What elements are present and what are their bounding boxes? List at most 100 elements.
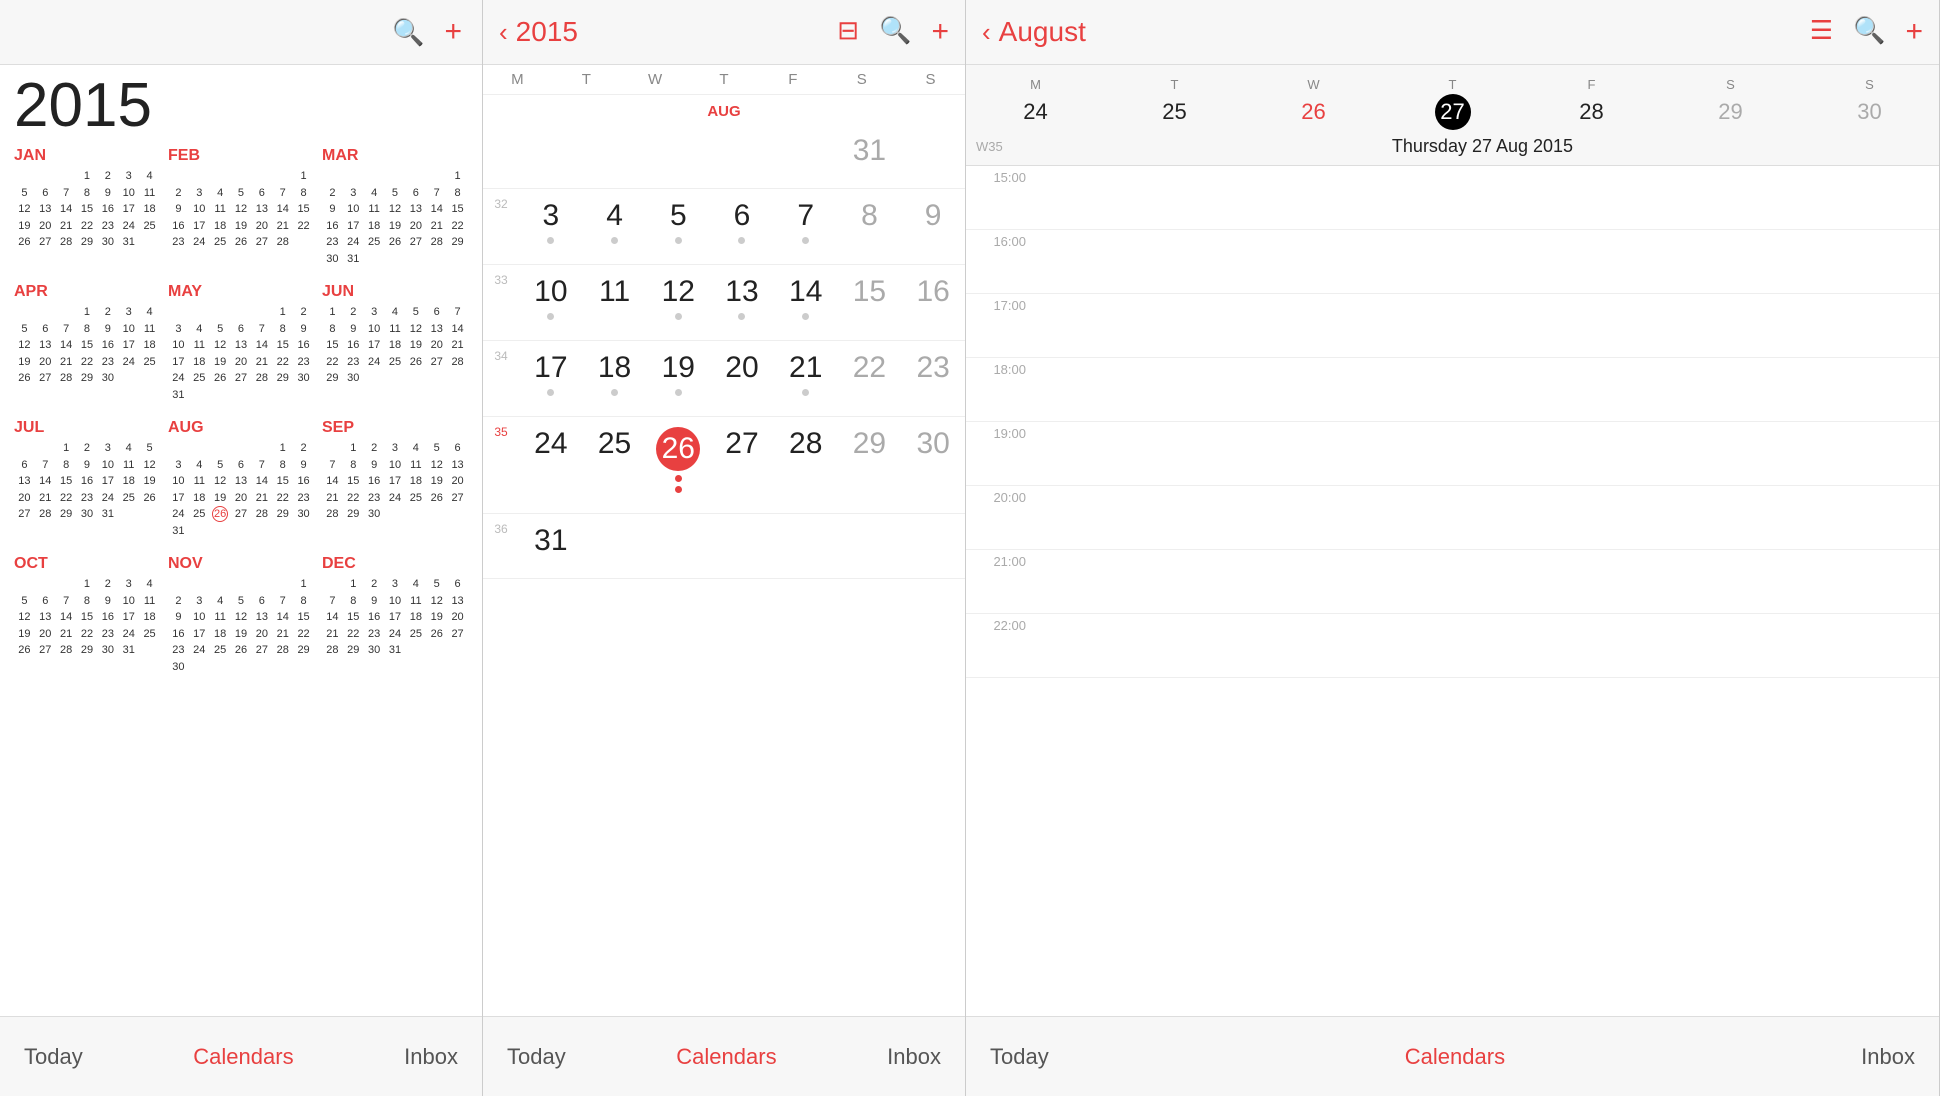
- mini-day[interactable]: 14: [322, 473, 343, 490]
- mini-day[interactable]: 4: [364, 185, 385, 202]
- month-day-cell[interactable]: 27: [710, 417, 774, 513]
- mini-day[interactable]: 10: [118, 593, 139, 610]
- mini-day[interactable]: 7: [322, 457, 343, 474]
- mini-day[interactable]: 19: [231, 218, 252, 235]
- mini-day[interactable]: 12: [231, 201, 252, 218]
- mini-day[interactable]: 10: [97, 457, 118, 474]
- mini-day[interactable]: 29: [447, 234, 468, 251]
- mini-day[interactable]: 1: [343, 576, 364, 593]
- mini-day[interactable]: 14: [56, 337, 77, 354]
- mini-day[interactable]: 31: [168, 387, 189, 404]
- mini-day[interactable]: 24: [385, 626, 406, 643]
- month-day-cell[interactable]: 7: [774, 189, 838, 264]
- mini-day[interactable]: 25: [210, 642, 231, 659]
- mini-day[interactable]: 27: [14, 506, 35, 523]
- mini-day[interactable]: 13: [231, 473, 252, 490]
- month-day[interactable]: [519, 124, 583, 188]
- mini-day[interactable]: 10: [189, 609, 210, 626]
- mini-day[interactable]: 8: [322, 321, 343, 338]
- mini-day[interactable]: 18: [139, 201, 160, 218]
- mini-day[interactable]: 20: [447, 609, 468, 626]
- mini-day[interactable]: 25: [364, 234, 385, 251]
- mini-day[interactable]: 23: [364, 490, 385, 507]
- mini-day[interactable]: 11: [189, 473, 210, 490]
- mini-day[interactable]: 3: [364, 304, 385, 321]
- mini-day[interactable]: 3: [168, 321, 189, 338]
- mini-day[interactable]: 29: [56, 506, 77, 523]
- search-icon[interactable]: 🔍: [879, 15, 911, 49]
- mini-day[interactable]: 20: [426, 337, 447, 354]
- mini-day[interactable]: 20: [405, 218, 426, 235]
- mini-day[interactable]: 3: [385, 440, 406, 457]
- mini-day[interactable]: 24: [364, 354, 385, 371]
- mini-day[interactable]: 24: [168, 370, 189, 387]
- mini-day[interactable]: 12: [426, 593, 447, 610]
- mini-day[interactable]: 2: [168, 593, 189, 610]
- month-day-cell[interactable]: 25: [583, 417, 647, 513]
- mini-day[interactable]: 21: [322, 490, 343, 507]
- list-icon[interactable]: ☰: [1810, 15, 1833, 49]
- mini-day[interactable]: 29: [77, 234, 98, 251]
- mini-day[interactable]: 30: [364, 642, 385, 659]
- mini-day[interactable]: 24: [118, 354, 139, 371]
- mini-day[interactable]: 5: [231, 593, 252, 610]
- day-col-28[interactable]: F28: [1522, 77, 1661, 130]
- mini-day[interactable]: 10: [385, 457, 406, 474]
- mini-day[interactable]: 24: [189, 642, 210, 659]
- mini-day[interactable]: 11: [405, 457, 426, 474]
- mini-day[interactable]: 15: [447, 201, 468, 218]
- mini-day[interactable]: 12: [14, 609, 35, 626]
- mini-day[interactable]: 22: [272, 490, 293, 507]
- mini-day[interactable]: 26: [426, 626, 447, 643]
- month-day-cell[interactable]: 18: [583, 341, 647, 416]
- mini-day[interactable]: 21: [56, 218, 77, 235]
- month-day-cell[interactable]: 14: [774, 265, 838, 340]
- mini-day[interactable]: 12: [14, 201, 35, 218]
- day-scroll[interactable]: 15:0016:0017:0018:0019:0020:0021:0022:00: [966, 166, 1939, 1016]
- mini-day[interactable]: 4: [139, 304, 160, 321]
- mini-day[interactable]: 22: [56, 490, 77, 507]
- mini-day[interactable]: 25: [139, 218, 160, 235]
- mini-day[interactable]: 26: [231, 642, 252, 659]
- mini-day[interactable]: 16: [364, 473, 385, 490]
- mini-day[interactable]: 22: [322, 354, 343, 371]
- mini-day[interactable]: 22: [77, 626, 98, 643]
- mini-day[interactable]: 11: [385, 321, 406, 338]
- mini-day[interactable]: 4: [405, 576, 426, 593]
- mini-day[interactable]: 29: [272, 370, 293, 387]
- mini-day[interactable]: 11: [139, 185, 160, 202]
- mini-day[interactable]: 12: [139, 457, 160, 474]
- mini-day[interactable]: 9: [364, 457, 385, 474]
- mini-day[interactable]: 17: [168, 490, 189, 507]
- mini-day[interactable]: 4: [210, 185, 231, 202]
- mini-day[interactable]: 21: [322, 626, 343, 643]
- mini-day[interactable]: 1: [272, 440, 293, 457]
- day-col-24[interactable]: M24: [966, 77, 1105, 130]
- mini-day[interactable]: 23: [343, 354, 364, 371]
- mini-month-jan[interactable]: JAN1234567891011121314151617181920212223…: [14, 147, 160, 267]
- mini-day[interactable]: 26: [139, 490, 160, 507]
- mini-day[interactable]: 8: [343, 593, 364, 610]
- mini-day[interactable]: 29: [293, 642, 314, 659]
- mini-day[interactable]: 3: [343, 185, 364, 202]
- mini-day[interactable]: 1: [272, 304, 293, 321]
- mini-day[interactable]: 12: [210, 337, 231, 354]
- mini-day[interactable]: 12: [210, 473, 231, 490]
- mini-day[interactable]: 9: [343, 321, 364, 338]
- mini-day[interactable]: 16: [293, 337, 314, 354]
- mini-day[interactable]: 23: [168, 234, 189, 251]
- mini-day[interactable]: 29: [272, 506, 293, 523]
- mini-day[interactable]: 19: [426, 609, 447, 626]
- mini-day[interactable]: 2: [343, 304, 364, 321]
- mini-day[interactable]: 9: [364, 593, 385, 610]
- mini-day[interactable]: 14: [322, 609, 343, 626]
- mini-day[interactable]: 7: [426, 185, 447, 202]
- mini-day[interactable]: 1: [77, 576, 98, 593]
- mini-day[interactable]: 10: [385, 593, 406, 610]
- mini-day[interactable]: 18: [364, 218, 385, 235]
- mini-day[interactable]: 6: [35, 185, 56, 202]
- mini-day[interactable]: 11: [139, 321, 160, 338]
- mini-day[interactable]: 4: [139, 168, 160, 185]
- mini-day[interactable]: 15: [293, 609, 314, 626]
- mini-day[interactable]: 22: [77, 218, 98, 235]
